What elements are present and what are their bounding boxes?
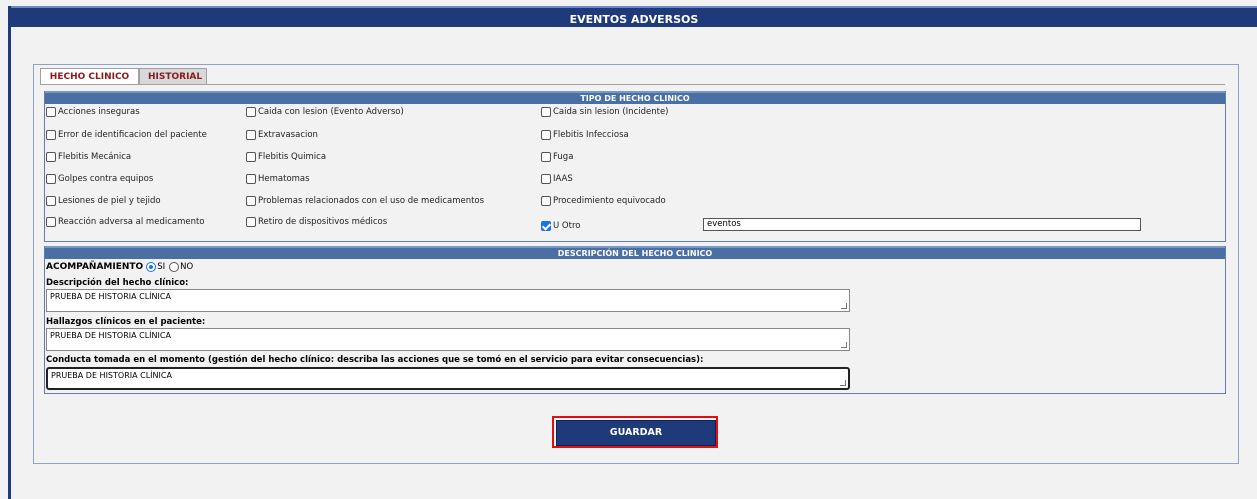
descripcion-label: Descripción del hecho clínico: (46, 278, 189, 288)
checkbox-icon[interactable] (246, 217, 256, 227)
resize-handle-icon[interactable] (841, 303, 847, 309)
checkbox-procedimiento-equivocado[interactable]: Procedimiento equivocado (541, 196, 666, 206)
radio-no[interactable] (169, 262, 180, 272)
radio-no-label: NO (180, 262, 194, 272)
checkbox-flebitis-infecciosa[interactable]: Flebitis Infecciosa (541, 130, 629, 140)
otro-text-input[interactable]: eventos (703, 218, 1141, 231)
checkbox-icon[interactable] (246, 174, 256, 184)
checkbox-icon[interactable] (541, 174, 551, 184)
tab-historial[interactable]: HISTORIAL (139, 68, 207, 84)
hallazgos-value: PRUEBA DE HISTORIA CLÍNICA (50, 331, 171, 340)
checkbox-icon[interactable] (541, 130, 551, 140)
checkbox-icon[interactable] (46, 107, 56, 117)
checkbox-problemas-medicamentos[interactable]: Problemas relacionados con el uso de med… (246, 196, 484, 206)
descripcion-textarea[interactable]: PRUEBA DE HISTORIA CLÍNICA (46, 289, 850, 312)
hallazgos-textarea[interactable]: PRUEBA DE HISTORIA CLÍNICA (46, 328, 850, 351)
descripcion-value: PRUEBA DE HISTORIA CLÍNICA (50, 292, 171, 301)
checkbox-icon[interactable] (246, 196, 256, 206)
checkbox-hematomas[interactable]: Hematomas (246, 174, 310, 184)
resize-handle-icon[interactable] (840, 380, 846, 386)
conducta-label: Conducta tomada en el momento (gestión d… (46, 355, 704, 365)
tab-hecho-clinico[interactable]: HECHO CLINICO (40, 68, 139, 84)
checkbox-caida-con-lesion[interactable]: Caida con lesion (Evento Adverso) (246, 107, 404, 117)
checkbox-error-identificacion[interactable]: Error de identificacion del paciente (46, 130, 207, 140)
checkbox-checked-icon[interactable] (541, 221, 551, 231)
checkbox-icon[interactable] (541, 107, 551, 117)
checkbox-icon[interactable] (46, 196, 56, 206)
tab-divider (40, 84, 1225, 85)
acompanamiento-label: ACOMPAÑAMIENTO (46, 262, 144, 272)
checkbox-caida-sin-lesion[interactable]: Caida sin lesion (Incidente) (541, 107, 669, 117)
checkbox-flebitis-mecanica[interactable]: Flebitis Mecánica (46, 152, 131, 162)
descripcion-header: DESCRIPCIÓN DEL HECHO CLINICO (45, 246, 1225, 259)
radio-si-label: SI (157, 262, 166, 272)
checkbox-otro[interactable]: U Otro (541, 221, 580, 231)
checkbox-lesiones-piel[interactable]: Lesiones de piel y tejido (46, 196, 161, 206)
save-button[interactable]: GUARDAR (556, 420, 716, 446)
tipo-hecho-header: TIPO DE HECHO CLINICO (45, 91, 1225, 104)
checkbox-icon[interactable] (46, 174, 56, 184)
checkbox-reaccion-adversa[interactable]: Reacción adversa al medicamento (46, 217, 205, 227)
checkbox-icon[interactable] (246, 130, 256, 140)
left-frame-border (8, 6, 11, 499)
checkbox-fuga[interactable]: Fuga (541, 152, 573, 162)
checkbox-retiro-dispositivos[interactable]: Retiro de dispositivos médicos (246, 217, 387, 227)
checkbox-icon[interactable] (246, 107, 256, 117)
resize-handle-icon[interactable] (841, 342, 847, 348)
checkbox-acciones-inseguras[interactable]: Acciones inseguras (46, 107, 140, 117)
checkbox-flebitis-quimica[interactable]: Flebitis Quimica (246, 152, 326, 162)
checkbox-golpes-equipos[interactable]: Golpes contra equipos (46, 174, 153, 184)
checkbox-icon[interactable] (46, 217, 56, 227)
checkbox-icon[interactable] (541, 196, 551, 206)
page-title: EVENTOS ADVERSOS (11, 6, 1257, 27)
radio-si[interactable] (146, 262, 157, 272)
conducta-textarea[interactable]: PRUEBA DE HISTORIA CLÍNICA (46, 367, 850, 390)
acompanamiento-row: ACOMPAÑAMIENTO SI NO (46, 262, 197, 272)
hallazgos-label: Hallazgos clínicos en el paciente: (46, 317, 206, 327)
checkbox-iaas[interactable]: IAAS (541, 174, 573, 184)
checkbox-icon[interactable] (246, 152, 256, 162)
checkbox-extravasacion[interactable]: Extravasacion (246, 130, 318, 140)
conducta-value: PRUEBA DE HISTORIA CLÍNICA (51, 371, 172, 380)
checkbox-icon[interactable] (46, 152, 56, 162)
checkbox-icon[interactable] (46, 130, 56, 140)
checkbox-icon[interactable] (541, 152, 551, 162)
